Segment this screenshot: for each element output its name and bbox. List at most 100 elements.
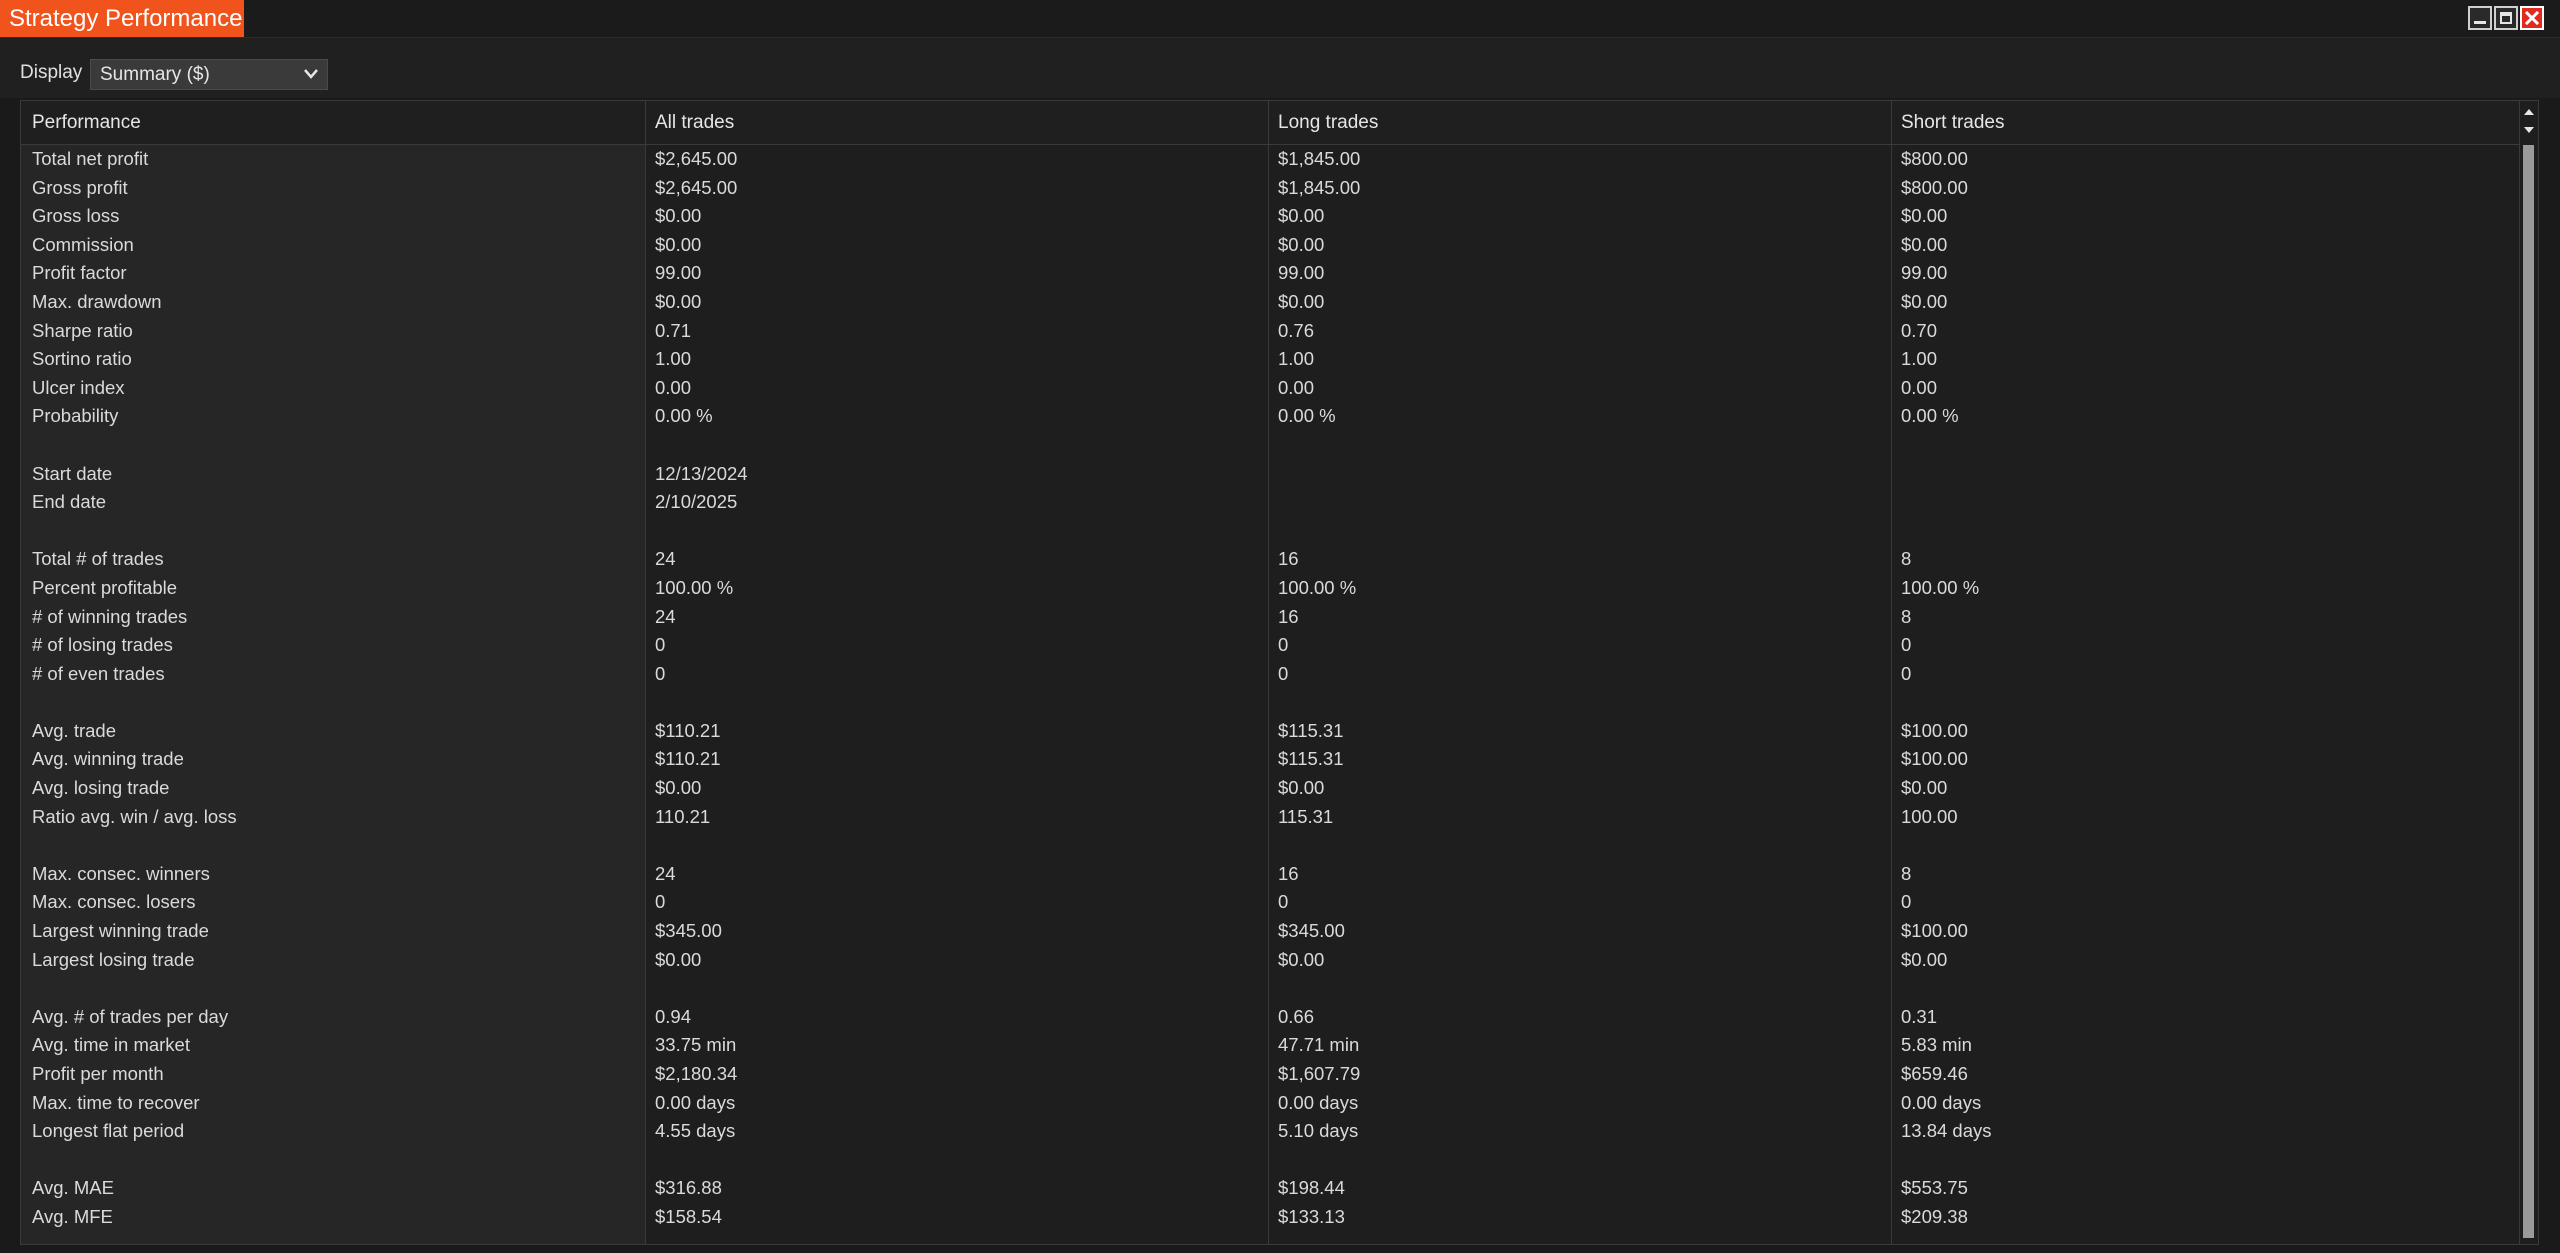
metric-value: 16: [1278, 548, 1299, 570]
metric-value: 115.31: [1278, 805, 1334, 827]
table-row[interactable]: # of even trades 0 0 0: [21, 660, 2519, 689]
metric-value: 100.00 %: [655, 576, 734, 598]
table-row[interactable]: Longest flat period 4.55 days 5.10 days 13.…: [21, 1117, 2519, 1146]
table-row[interactable]: Avg. winning trade $110.21 $115.31 $100.00: [21, 745, 2519, 774]
metric-label: Profit per month: [32, 1063, 164, 1084]
metric-value: 0.00 %: [1901, 405, 1959, 427]
table-row[interactable]: # of losing trades 0 0 0: [21, 631, 2519, 660]
table-row[interactable]: Ratio avg. win / avg. loss 110.21 115.31 10…: [21, 803, 2519, 832]
metric-value: $0.00: [655, 948, 702, 970]
metric-label: # of losing trades: [32, 634, 173, 656]
vertical-scrollbar[interactable]: [2520, 100, 2539, 1245]
metric-value: $0.00: [1901, 233, 1948, 255]
metric-value: 33.75 min: [655, 1034, 737, 1056]
metric-label: Largest losing trade: [32, 948, 195, 970]
table-row[interactable]: Profit per month $2,180.34 $1,607.79 $659.4…: [21, 1060, 2519, 1089]
spacer-row[interactable]: [21, 1146, 2519, 1175]
metric-value: $0.00: [1278, 948, 1325, 970]
metric-value: 47.71 min: [1278, 1034, 1360, 1056]
scroll-down-icon[interactable]: [2523, 125, 2535, 135]
spacer-row[interactable]: [21, 517, 2519, 546]
spacer-row[interactable]: [21, 688, 2519, 717]
close-button[interactable]: [2520, 6, 2544, 30]
table-row[interactable]: Max. drawdown $0.00 $0.00 $0.00: [21, 288, 2519, 317]
metric-value: $100.00: [1901, 719, 1968, 741]
table-row[interactable]: Max. consec. losers 0 0 0: [21, 888, 2519, 917]
table-row[interactable]: Largest losing trade $0.00 $0.00 $0.00: [21, 946, 2519, 975]
header-short-trades[interactable]: Short trades: [1901, 101, 2005, 144]
scroll-up-icon[interactable]: [2523, 107, 2535, 117]
table-row[interactable]: Total net profit $2,645.00 $1,845.00 $800.0…: [21, 145, 2519, 174]
metric-value: $1,607.79: [1278, 1063, 1361, 1084]
metric-value: $0.00: [1901, 205, 1948, 227]
table-row[interactable]: Probability 0.00 % 0.00 % 0.00 %: [21, 402, 2519, 431]
spacer-row[interactable]: [21, 974, 2519, 1003]
display-select-value: Summary ($): [100, 64, 210, 85]
metric-label: Longest flat period: [32, 1120, 185, 1142]
table-row[interactable]: Sharpe ratio 0.71 0.76 0.70: [21, 317, 2519, 346]
table-row[interactable]: Largest winning trade $345.00 $345.00 $100.…: [21, 917, 2519, 946]
metric-value: 24: [655, 548, 676, 570]
table-row[interactable]: Max. consec. winners 24 16 8: [21, 860, 2519, 889]
metric-value: 24: [655, 605, 676, 627]
table-row[interactable]: Percent profitable 100.00 % 100.00 % 100.00…: [21, 574, 2519, 603]
metric-value: $0.00: [655, 290, 702, 312]
table-row[interactable]: Gross loss $0.00 $0.00 $0.00: [21, 202, 2519, 231]
table-row[interactable]: Avg. MAE $316.88 $198.44 $553.75: [21, 1174, 2519, 1203]
metric-value: 0.00 days: [1901, 1091, 1982, 1113]
metric-label: Max. time to recover: [32, 1091, 200, 1113]
header-performance[interactable]: Performance: [32, 101, 141, 144]
metric-value: $2,180.34: [655, 1063, 738, 1084]
metric-value: $133.13: [1278, 1205, 1345, 1227]
table-row[interactable]: Commission $0.00 $0.00 $0.00: [21, 231, 2519, 260]
metric-value: $209.38: [1901, 1205, 1968, 1227]
metric-value: $659.46: [1901, 1063, 1968, 1084]
table-row[interactable]: Max. time to recover 0.00 days 0.00 days 0.…: [21, 1089, 2519, 1118]
metric-label: Avg. trade: [32, 719, 116, 741]
metric-label: Max. consec. winners: [32, 862, 210, 884]
table-row[interactable]: # of winning trades 24 16 8: [21, 603, 2519, 632]
metric-value: 8: [1901, 862, 1912, 884]
spacer-row[interactable]: [21, 431, 2519, 460]
toolbar: [0, 38, 2560, 98]
metric-value: 16: [1278, 862, 1299, 884]
table-row[interactable]: Avg. losing trade $0.00 $0.00 $0.00: [21, 774, 2519, 803]
metric-value: 99.00: [1278, 262, 1325, 284]
table-row[interactable]: Avg. time in market 33.75 min 47.71 min 5.8…: [21, 1031, 2519, 1060]
table-row[interactable]: Ulcer index 0.00 0.00 0.00: [21, 374, 2519, 403]
metric-label: Avg. winning trade: [32, 748, 184, 770]
maximize-button[interactable]: [2494, 6, 2518, 30]
metric-value: 1.00: [1901, 348, 1938, 370]
metric-label: Start date: [32, 462, 113, 484]
spacer-row[interactable]: [21, 831, 2519, 860]
scrollbar-thumb[interactable]: [2523, 145, 2534, 1238]
metric-value: 0.76: [1278, 319, 1315, 341]
header-long-trades[interactable]: Long trades: [1278, 101, 1378, 144]
table-row[interactable]: Profit factor 99.00 99.00 99.00: [21, 259, 2519, 288]
metric-value: $110.21: [655, 719, 721, 741]
table-row[interactable]: Total # of trades 24 16 8: [21, 545, 2519, 574]
table-row[interactable]: Gross profit $2,645.00 $1,845.00 $800.00: [21, 174, 2519, 203]
metric-value: 0.00 %: [1278, 405, 1336, 427]
table-row[interactable]: Avg. MFE $158.54 $133.13 $209.38: [21, 1203, 2519, 1232]
metric-label: Avg. # of trades per day: [32, 1005, 229, 1027]
metric-value: 0: [655, 634, 666, 656]
metric-value: $0.00: [655, 205, 702, 227]
table-row[interactable]: End date 2/10/2025: [21, 488, 2519, 517]
table-row[interactable]: Avg. trade $110.21 $115.31 $100.00: [21, 717, 2519, 746]
table-row[interactable]: Avg. # of trades per day 0.94 0.66 0.31: [21, 1003, 2519, 1032]
metric-label: Sharpe ratio: [32, 319, 133, 341]
metric-value: $0.00: [1278, 233, 1325, 255]
header-all-trades[interactable]: All trades: [655, 101, 734, 144]
table-row[interactable]: Sortino ratio 1.00 1.00 1.00: [21, 345, 2519, 374]
minimize-button[interactable]: [2468, 6, 2492, 30]
metric-value: 99.00: [1901, 262, 1948, 284]
metric-value: 0: [1901, 662, 1912, 684]
table-row[interactable]: Start date 12/13/2024: [21, 460, 2519, 489]
grid-header: Performance All trades Long trades Short…: [21, 101, 2519, 145]
grid-rows: Total net profit $2,645.00 $1,845.00 $800.0…: [21, 145, 2519, 1232]
metric-value: 0.00: [655, 376, 692, 398]
display-select[interactable]: Summary ($): [90, 59, 328, 90]
metric-value: $553.75: [1901, 1177, 1968, 1199]
metric-value: 110.21: [655, 805, 711, 827]
